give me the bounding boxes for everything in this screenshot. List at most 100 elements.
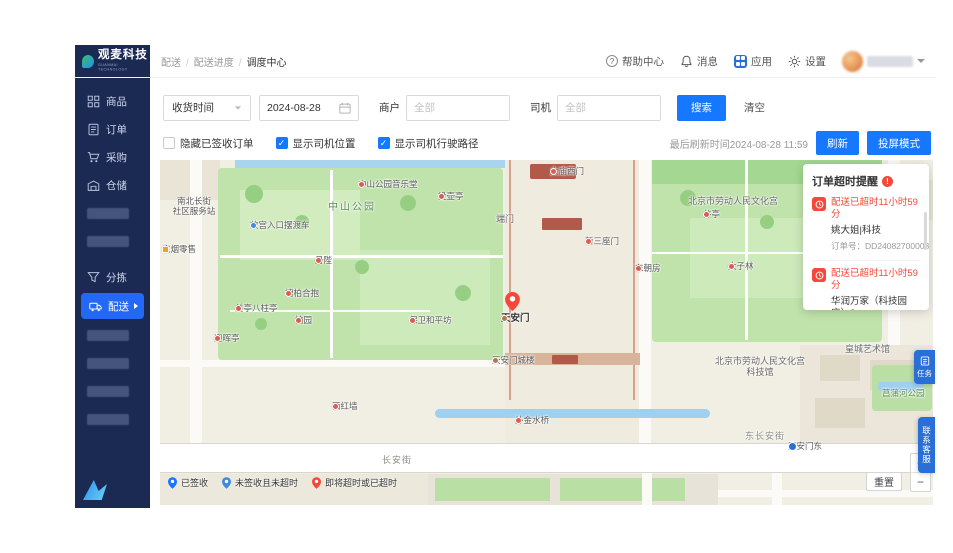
map-shape bbox=[435, 478, 550, 501]
avatar bbox=[842, 50, 863, 72]
map-label: 东朝房 bbox=[635, 263, 661, 273]
driver-input[interactable] bbox=[557, 94, 661, 121]
timeout-order-card[interactable]: 配送已超时11小时59分 姚大姐|科技 订单号：DD24082700003 bbox=[812, 197, 929, 252]
sidebar-item-redacted[interactable] bbox=[75, 405, 150, 433]
refresh-button[interactable]: 刷新 bbox=[816, 131, 859, 155]
chevron-down-icon bbox=[234, 105, 242, 110]
map-label: 南北长街 社区服务站 bbox=[172, 196, 216, 217]
redacted-label bbox=[87, 385, 129, 397]
order-status: 配送已超时11小时59分 bbox=[831, 197, 918, 221]
timeout-order-card[interactable]: 配送已超时11小时59分 华润万家（科技园店）2 订单号：DD240827000… bbox=[812, 260, 920, 310]
user-menu[interactable] bbox=[842, 50, 925, 72]
show-driver-route-checkbox[interactable]: ✓ 显示司机行驶路径 bbox=[377, 136, 479, 151]
map-label-tiananmen-tower: 天安门城楼 bbox=[492, 355, 535, 365]
sidebar-item-redacted[interactable] bbox=[75, 377, 150, 405]
poi-icon bbox=[315, 256, 322, 264]
show-driver-location-checkbox[interactable]: ✓ 显示司机位置 bbox=[275, 136, 356, 151]
checkbox-label: 显示司机位置 bbox=[292, 137, 356, 150]
map-tree bbox=[355, 260, 369, 274]
breadcrumb-delivery[interactable]: 配送 bbox=[161, 54, 181, 69]
messages-label: 消息 bbox=[697, 55, 718, 68]
sidebar-item-warehouse[interactable]: 仓储 bbox=[75, 171, 150, 199]
map-label: 菖蒲河公园 bbox=[882, 388, 925, 398]
bell-icon bbox=[681, 55, 692, 67]
date-picker[interactable]: 2024-08-28 bbox=[259, 94, 359, 121]
legend-unsigned: 未签收且未超时 bbox=[222, 476, 298, 489]
cast-mode-button[interactable]: 投屏模式 bbox=[867, 131, 931, 155]
search-button[interactable]: 搜索 bbox=[677, 94, 726, 121]
poi-icon bbox=[585, 237, 592, 245]
map-label: 迎晖亭 bbox=[214, 333, 240, 343]
sidebar-item-sorting[interactable]: 分拣 bbox=[75, 263, 150, 291]
order-merchant: 姚大姐|科技 bbox=[831, 224, 881, 236]
time-type-select[interactable]: 收货时间 bbox=[163, 94, 251, 121]
map-tree bbox=[760, 215, 774, 229]
breadcrumb-progress[interactable]: 配送进度 bbox=[181, 54, 234, 69]
task-floating-button[interactable]: 任务 bbox=[914, 350, 935, 384]
clear-button[interactable]: 清空 bbox=[738, 99, 771, 116]
redacted-label bbox=[87, 329, 129, 341]
sidebar-item-redacted[interactable] bbox=[75, 199, 150, 227]
funnel-icon bbox=[87, 271, 100, 282]
map-shape bbox=[552, 355, 578, 364]
task-label: 任务 bbox=[917, 368, 932, 378]
sidebar-item-purchasing[interactable]: 采购 bbox=[75, 143, 150, 171]
chevron-down-icon bbox=[917, 59, 925, 63]
grid-icon bbox=[87, 95, 100, 107]
order-merchant: 华润万家（科技园店）2 bbox=[831, 295, 908, 310]
merchant-input[interactable] bbox=[406, 94, 510, 121]
metro-icon bbox=[788, 441, 797, 451]
map-canvas[interactable]: 南北长街 社区服务站 故宫入口摆渡车 京烟零售 中山公园 中山公园音乐堂 投壶亭… bbox=[160, 160, 933, 505]
order-timeout-panel: 订单超时提醒 ! 配送已超时11小时59分 姚大姐|科技 订单号：DD24082… bbox=[803, 164, 929, 310]
sidebar-item-redacted[interactable] bbox=[75, 349, 150, 377]
logo[interactable]: 观麦科技 GUANMAI TECHNOLOGY bbox=[75, 45, 150, 77]
contact-support-button[interactable]: 联系客服 bbox=[918, 417, 935, 473]
sidebar-item-redacted[interactable] bbox=[75, 321, 150, 349]
blue-pin-icon bbox=[168, 476, 177, 489]
map-label: 保卫和平坊 bbox=[409, 315, 452, 325]
map-label: 丹陛 bbox=[315, 255, 333, 265]
map-label: 兰亭八柱亭 bbox=[235, 303, 278, 313]
sidebar: 商品 订单 采购 仓储 分拣 配送 bbox=[75, 77, 150, 508]
zoom-out-button[interactable]: − bbox=[911, 472, 930, 491]
map-label-duanmen: 端门 bbox=[496, 214, 515, 224]
legend-signed: 已签收 bbox=[168, 476, 208, 489]
poi-icon bbox=[703, 210, 710, 218]
app-window: 观麦科技 GUANMAI TECHNOLOGY 配送 配送进度 调度中心 ? 帮… bbox=[75, 45, 935, 508]
map-shape bbox=[639, 160, 651, 443]
map-label: 京烟零售 bbox=[162, 244, 197, 254]
shop-icon bbox=[162, 245, 169, 253]
sidebar-item-delivery[interactable]: 配送 bbox=[81, 293, 144, 319]
apps-button[interactable]: 应用 bbox=[734, 54, 772, 69]
hide-signed-orders-checkbox[interactable]: 隐藏已签收订单 bbox=[163, 136, 254, 151]
map-label-tiananmen: 天安门 bbox=[501, 313, 530, 324]
red-pin-icon bbox=[312, 476, 322, 489]
help-center-button[interactable]: ? 帮助中心 bbox=[606, 54, 664, 69]
map-shape bbox=[360, 250, 490, 345]
iot-logo bbox=[83, 480, 107, 500]
sidebar-item-products[interactable]: 商品 bbox=[75, 87, 150, 115]
logo-icon bbox=[82, 54, 94, 68]
map-shape bbox=[505, 160, 640, 443]
redacted-label bbox=[87, 413, 129, 425]
sidebar-item-redacted[interactable] bbox=[75, 227, 150, 255]
sidebar-item-orders[interactable]: 订单 bbox=[75, 115, 150, 143]
user-name-redacted bbox=[867, 55, 913, 67]
map-shape bbox=[815, 398, 865, 428]
map-label: 西红墙 bbox=[332, 401, 358, 411]
panel-scrollbar[interactable] bbox=[924, 212, 927, 250]
timeout-tag-icon bbox=[812, 197, 826, 211]
messages-button[interactable]: 消息 bbox=[680, 54, 718, 69]
map-road-label: 长安街 bbox=[382, 455, 413, 465]
apps-label: 应用 bbox=[751, 55, 772, 68]
reset-button[interactable]: 重置 bbox=[866, 472, 902, 491]
map-tree bbox=[255, 318, 267, 330]
redacted-label bbox=[87, 207, 129, 219]
map-label-cultural-palace: 北京市劳动人民文化宫 bbox=[688, 196, 779, 206]
date-value: 2024-08-28 bbox=[267, 101, 321, 114]
map-label: 愉园 bbox=[295, 315, 313, 325]
map-label: 故宫入口摆渡车 bbox=[250, 220, 310, 230]
blue-pin-icon bbox=[222, 476, 232, 489]
settings-button[interactable]: 设置 bbox=[788, 54, 826, 69]
calendar-icon bbox=[339, 102, 351, 114]
